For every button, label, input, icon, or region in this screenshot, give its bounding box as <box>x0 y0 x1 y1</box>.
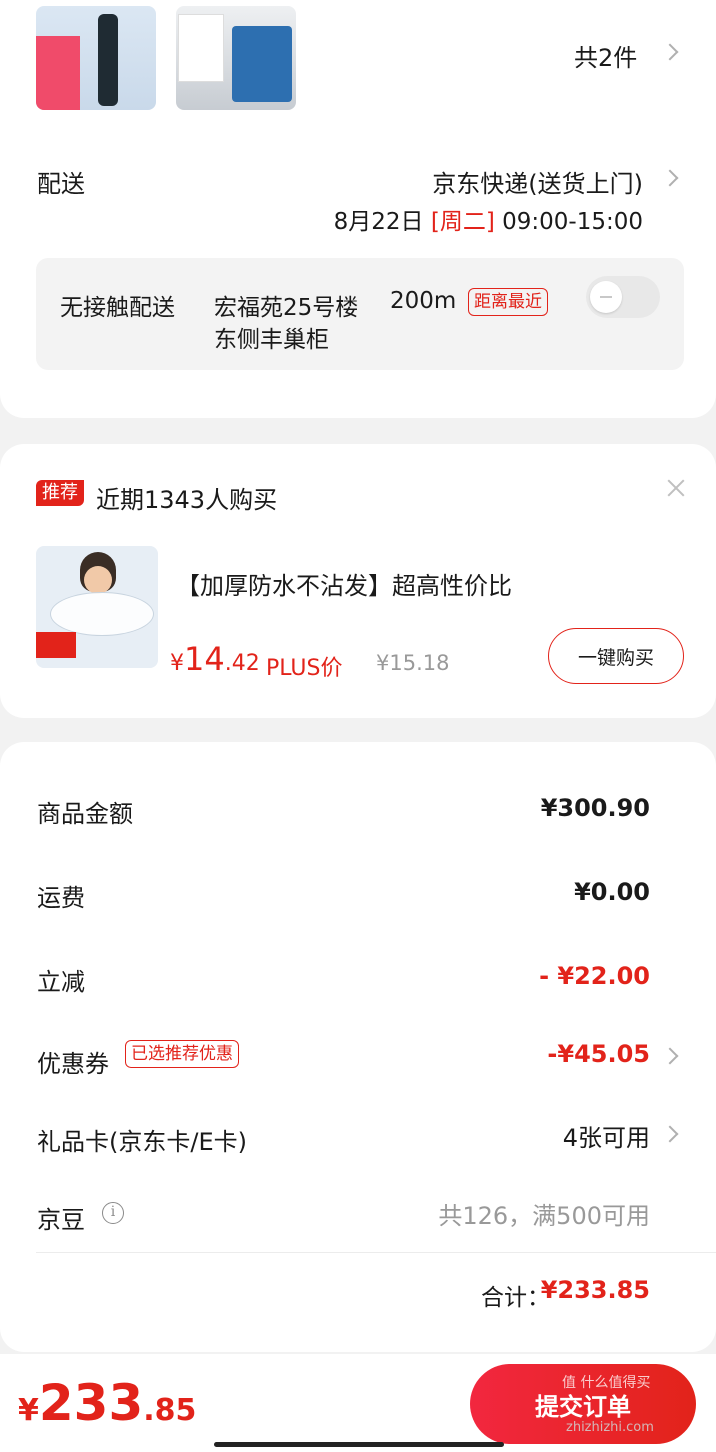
contactless-delivery-box: 无接触配送 宏福苑25号楼 200m 距离最近 东侧丰巢柜 <box>36 258 684 370</box>
product-thumbnail-shaver[interactable] <box>36 6 156 110</box>
info-icon[interactable]: i <box>102 1202 124 1224</box>
minus-icon <box>600 296 612 298</box>
recommend-price: ¥14.42 <box>170 640 260 678</box>
pickup-location-detail: 东侧丰巢柜 <box>214 327 329 353</box>
close-icon[interactable] <box>664 476 688 500</box>
footer-price-symbol: ¥ <box>18 1393 39 1428</box>
price-integer: 14 <box>184 640 225 678</box>
recommend-product-title[interactable]: 【加厚防水不沾发】超高性价比 <box>176 566 512 601</box>
total-value: ¥233.85 <box>540 1276 650 1304</box>
instant-discount-value: - ¥22.00 <box>539 962 650 990</box>
watermark-logo: 值 什么值得买 zhizhizhi.com <box>562 1372 712 1435</box>
original-price: ¥15.18 <box>376 651 450 675</box>
price-decimal: .42 <box>224 651 260 676</box>
coupon-selected-tag: 已选推荐优惠 <box>125 1040 239 1068</box>
delivery-weekday: [周二] <box>430 209 495 235</box>
delivery-label: 配送 <box>37 170 85 198</box>
one-click-buy-label: 一键购买 <box>577 646 654 669</box>
price-symbol: ¥ <box>170 651 184 676</box>
coupon-value[interactable]: -¥45.05 <box>547 1040 650 1068</box>
child-face <box>84 566 112 594</box>
haircut-cape <box>50 592 154 636</box>
contactless-label: 无接触配送 <box>60 295 175 321</box>
shipping-value: ¥0.00 <box>574 878 650 906</box>
watermark-text: 值 什么值得买 <box>562 1375 651 1391</box>
gift-card-label: 礼品卡(京东卡/E卡) <box>37 1128 247 1156</box>
chevron-right-icon[interactable] <box>661 1125 679 1143</box>
checkout-bar: ¥233.85 提交订单 值 什么值得买 zhizhizhi.com <box>0 1354 716 1452</box>
footer-price-integer: 233 <box>38 1374 144 1432</box>
footer-price-decimal: .85 <box>143 1393 197 1428</box>
one-click-buy-button[interactable]: 一键购买 <box>548 628 684 684</box>
chevron-right-icon[interactable] <box>661 1047 679 1065</box>
goods-amount-label: 商品金额 <box>37 800 133 828</box>
chevron-right-icon[interactable] <box>661 169 679 187</box>
toggle-knob <box>590 281 622 313</box>
product-box-image <box>232 26 292 102</box>
product-thumbnail-clipper[interactable] <box>176 6 296 110</box>
divider <box>36 1252 716 1253</box>
total-label: 合计： <box>481 1285 550 1311</box>
delivery-date: 8月22日 <box>333 209 424 235</box>
pickup-distance: 200m <box>390 288 457 314</box>
jd-beans-label: 京豆 <box>37 1206 85 1234</box>
gift-card-value[interactable]: 4张可用 <box>563 1118 650 1153</box>
price-summary-card: 商品金额 ¥300.90 运费 ¥0.00 立减 - ¥22.00 优惠券 已选… <box>0 742 716 1352</box>
pickup-location: 宏福苑25号楼 <box>214 295 359 321</box>
plus-price-label: PLUS价 <box>266 656 343 681</box>
contactless-toggle[interactable] <box>586 276 660 318</box>
jd-beans-value: 共126，满500可用 <box>438 1202 650 1230</box>
home-indicator <box>214 1442 504 1447</box>
recommend-headline: 近期1343人购买 <box>96 486 278 514</box>
goods-amount-value: ¥300.90 <box>540 794 650 822</box>
delivery-time[interactable]: 8月22日 [周二] 09:00-15:00 <box>334 202 643 236</box>
instant-discount-label: 立减 <box>37 968 85 996</box>
promo-box <box>178 14 224 82</box>
chevron-right-icon[interactable] <box>661 43 679 61</box>
delivery-card: 共2件 配送 京东快递(送货上门) 8月22日 [周二] 09:00-15:00… <box>0 0 716 418</box>
nearest-tag: 距离最近 <box>468 288 548 316</box>
promo-sticker <box>36 36 80 110</box>
promo-tag <box>36 632 76 658</box>
coupon-label: 优惠券 <box>37 1050 109 1078</box>
recommend-badge: 推荐 <box>36 480 84 506</box>
recommendation-card: 推荐 近期1343人购买 【加厚防水不沾发】超高性价比 ¥14.42 PLUS价… <box>0 444 716 718</box>
shaver-image <box>98 14 118 106</box>
recommend-product-image[interactable] <box>36 546 158 668</box>
footer-price: ¥233.85 <box>18 1374 196 1432</box>
item-count[interactable]: 共2件 <box>574 38 637 73</box>
watermark-url: zhizhizhi.com <box>566 1420 654 1435</box>
delivery-method[interactable]: 京东快递(送货上门) <box>432 164 643 199</box>
delivery-time-range: 09:00-15:00 <box>502 209 643 235</box>
shipping-label: 运费 <box>37 884 85 912</box>
